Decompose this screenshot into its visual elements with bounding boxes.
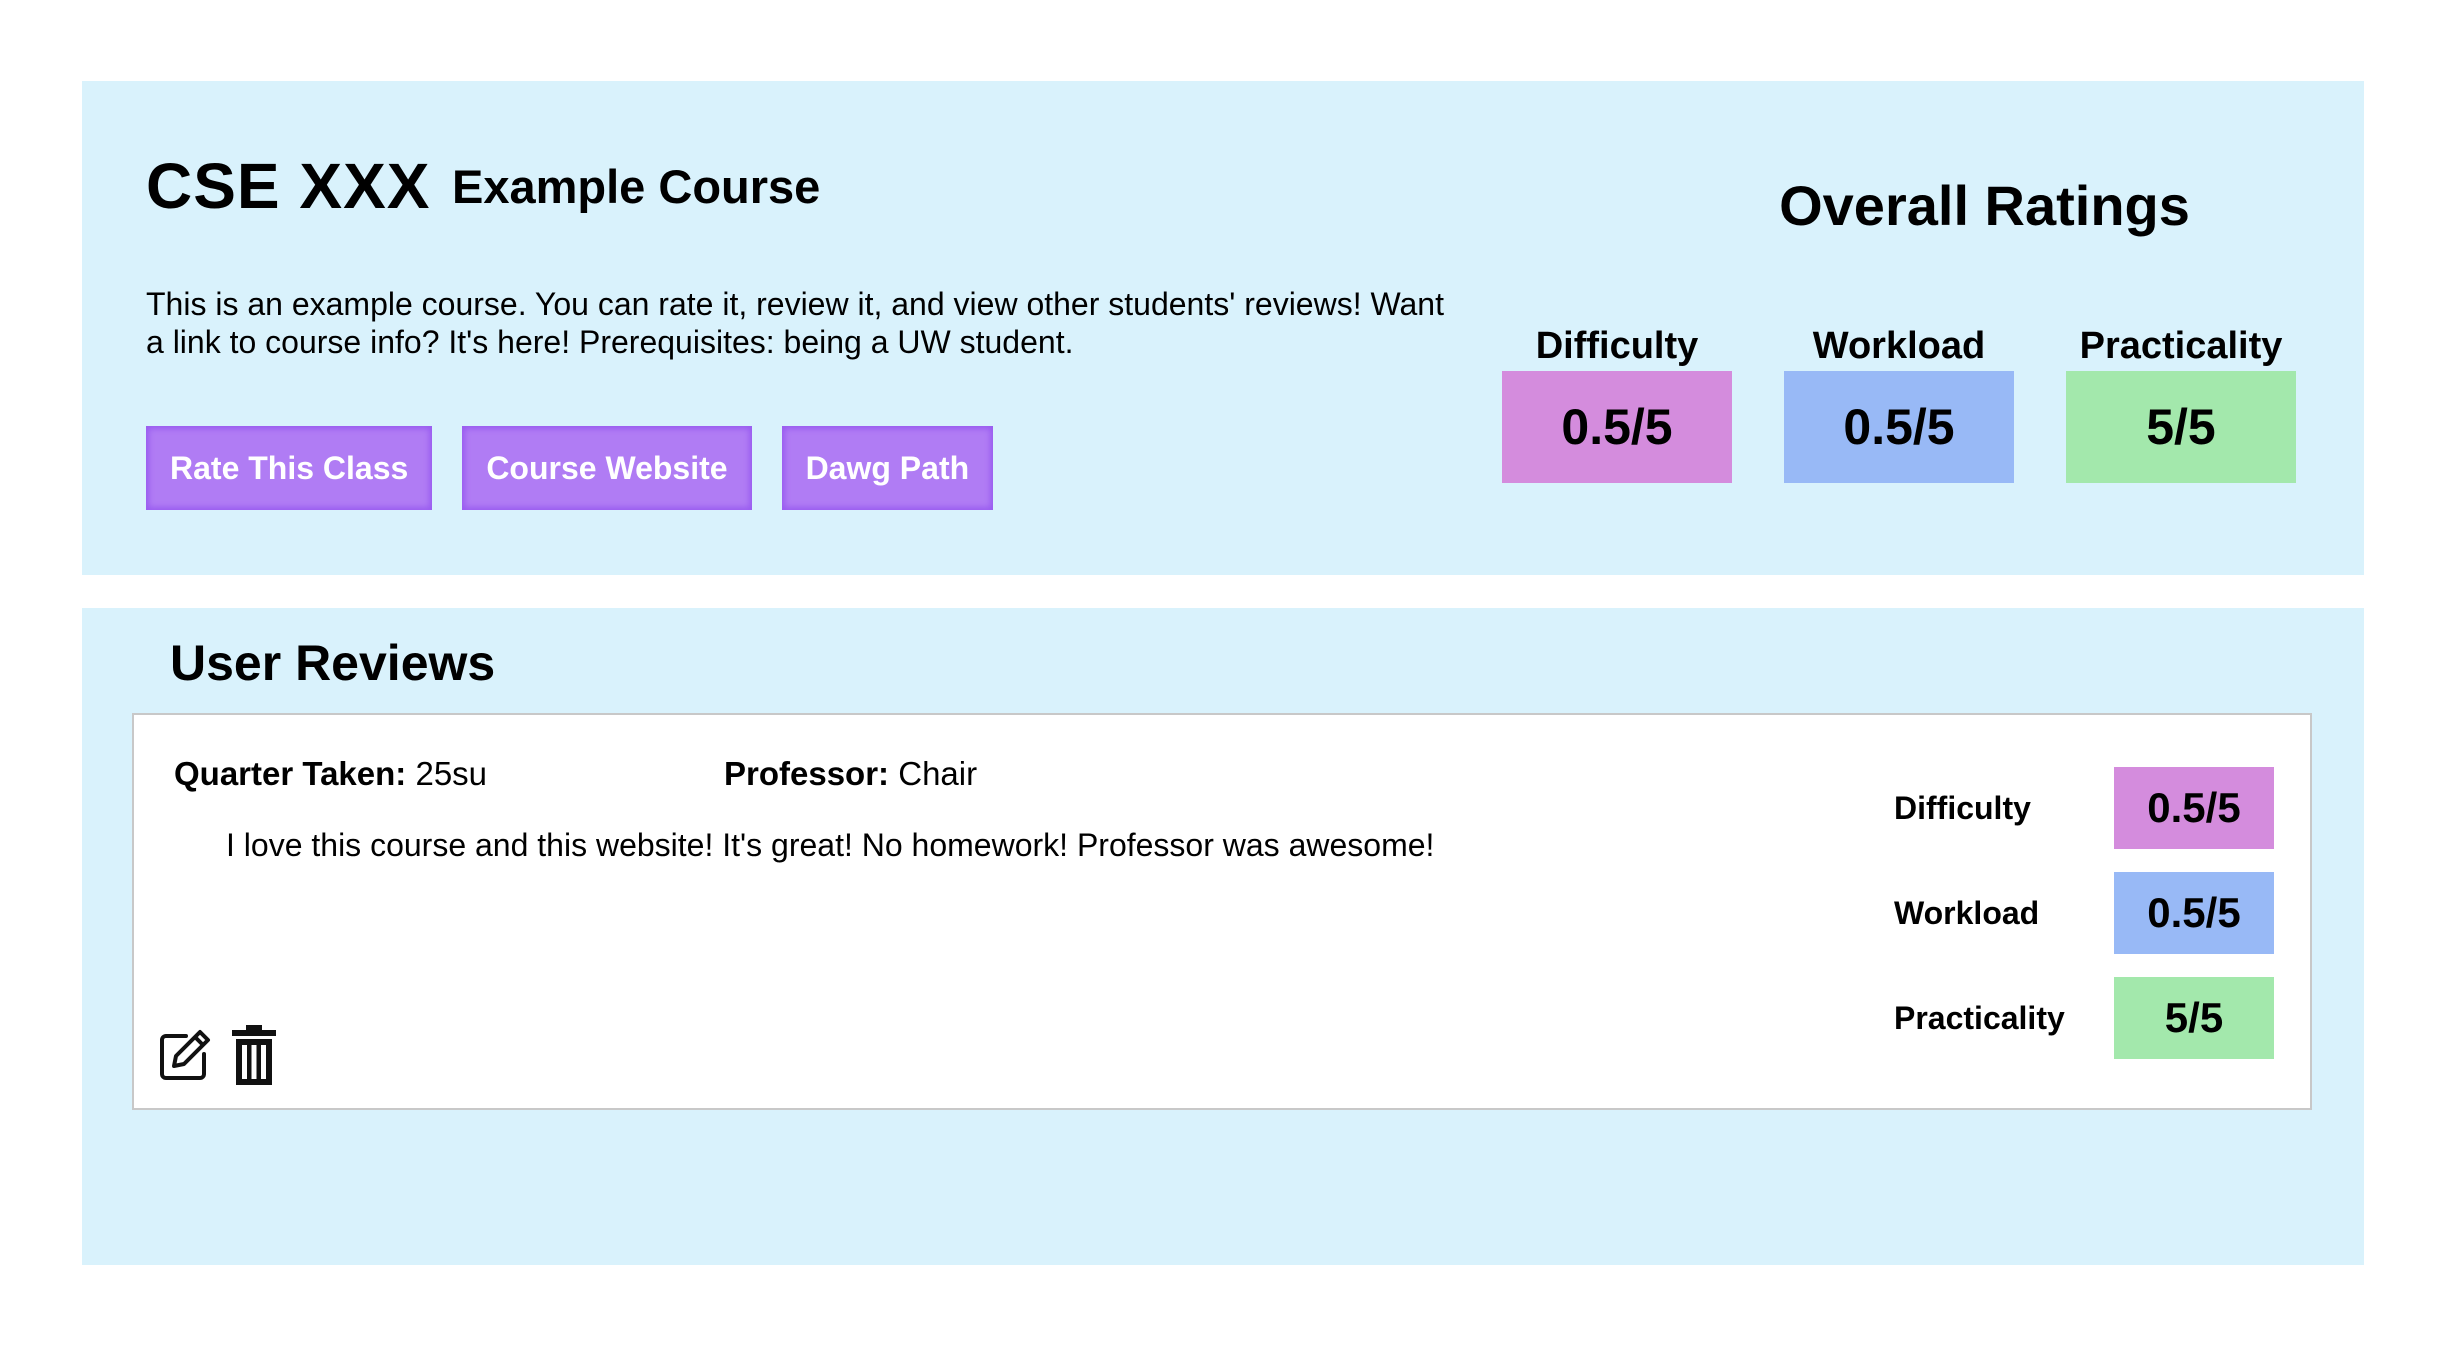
course-description: This is an example course. You can rate … <box>146 286 1444 360</box>
review-text: I love this course and this website! It'… <box>226 827 1435 863</box>
review-difficulty-row: Difficulty 0.5/5 <box>1894 767 2274 849</box>
overall-ratings: Difficulty 0.5/5 Workload 0.5/5 Practica… <box>1502 321 2296 483</box>
overall-difficulty: Difficulty 0.5/5 <box>1502 321 1732 483</box>
rating-label: Workload <box>1894 894 2040 931</box>
rating-label: Difficulty <box>1894 789 2031 826</box>
overall-ratings-title: Overall Ratings <box>1779 174 2190 237</box>
course-code: CSE XXX <box>146 150 431 222</box>
professor-label: Professor: <box>724 755 890 792</box>
overall-practicality: Practicality 5/5 <box>2066 321 2296 483</box>
user-reviews-title: User Reviews <box>170 635 496 691</box>
practicality-value-badge: 5/5 <box>2114 977 2274 1059</box>
review-actions <box>156 1025 282 1087</box>
practicality-value-badge: 5/5 <box>2066 371 2296 483</box>
metric-label: Difficulty <box>1535 325 1699 367</box>
course-action-buttons: Rate This Class Course Website Dawg Path <box>146 426 994 510</box>
rate-this-class-button[interactable]: Rate This Class <box>146 426 433 510</box>
professor-value: Chair <box>898 755 978 792</box>
quarter-label: Quarter Taken: <box>174 755 407 792</box>
course-website-button[interactable]: Course Website <box>462 426 752 510</box>
course-name: Example Course <box>452 160 821 213</box>
metric-label: Practicality <box>2079 325 2283 367</box>
review-quarter: Quarter Taken: 25su <box>174 755 487 793</box>
review-ratings: Difficulty 0.5/5 Workload 0.5/5 Practica… <box>1894 767 2274 1082</box>
review-professor: Professor: Chair <box>724 755 977 793</box>
dawg-path-button[interactable]: Dawg Path <box>781 426 994 510</box>
difficulty-value-badge: 0.5/5 <box>1502 371 1732 483</box>
workload-value-badge: 0.5/5 <box>2114 872 2274 954</box>
metric-label: Workload <box>1812 325 1986 367</box>
overall-workload: Workload 0.5/5 <box>1784 321 2014 483</box>
quarter-value: 25su <box>415 755 488 792</box>
user-reviews-panel: User Reviews Quarter Taken: 25su Profess… <box>82 608 2364 1265</box>
review-card: Quarter Taken: 25su Professor: Chair I l… <box>132 713 2312 1110</box>
edit-icon[interactable] <box>156 1025 212 1087</box>
review-workload-row: Workload 0.5/5 <box>1894 872 2274 954</box>
workload-value-badge: 0.5/5 <box>1784 371 2014 483</box>
course-header-panel: CSE XXX Example Course This is an exampl… <box>82 81 2364 575</box>
rating-label: Practicality <box>1894 999 2065 1036</box>
trash-icon[interactable] <box>226 1025 282 1087</box>
difficulty-value-badge: 0.5/5 <box>2114 767 2274 849</box>
review-practicality-row: Practicality 5/5 <box>1894 977 2274 1059</box>
